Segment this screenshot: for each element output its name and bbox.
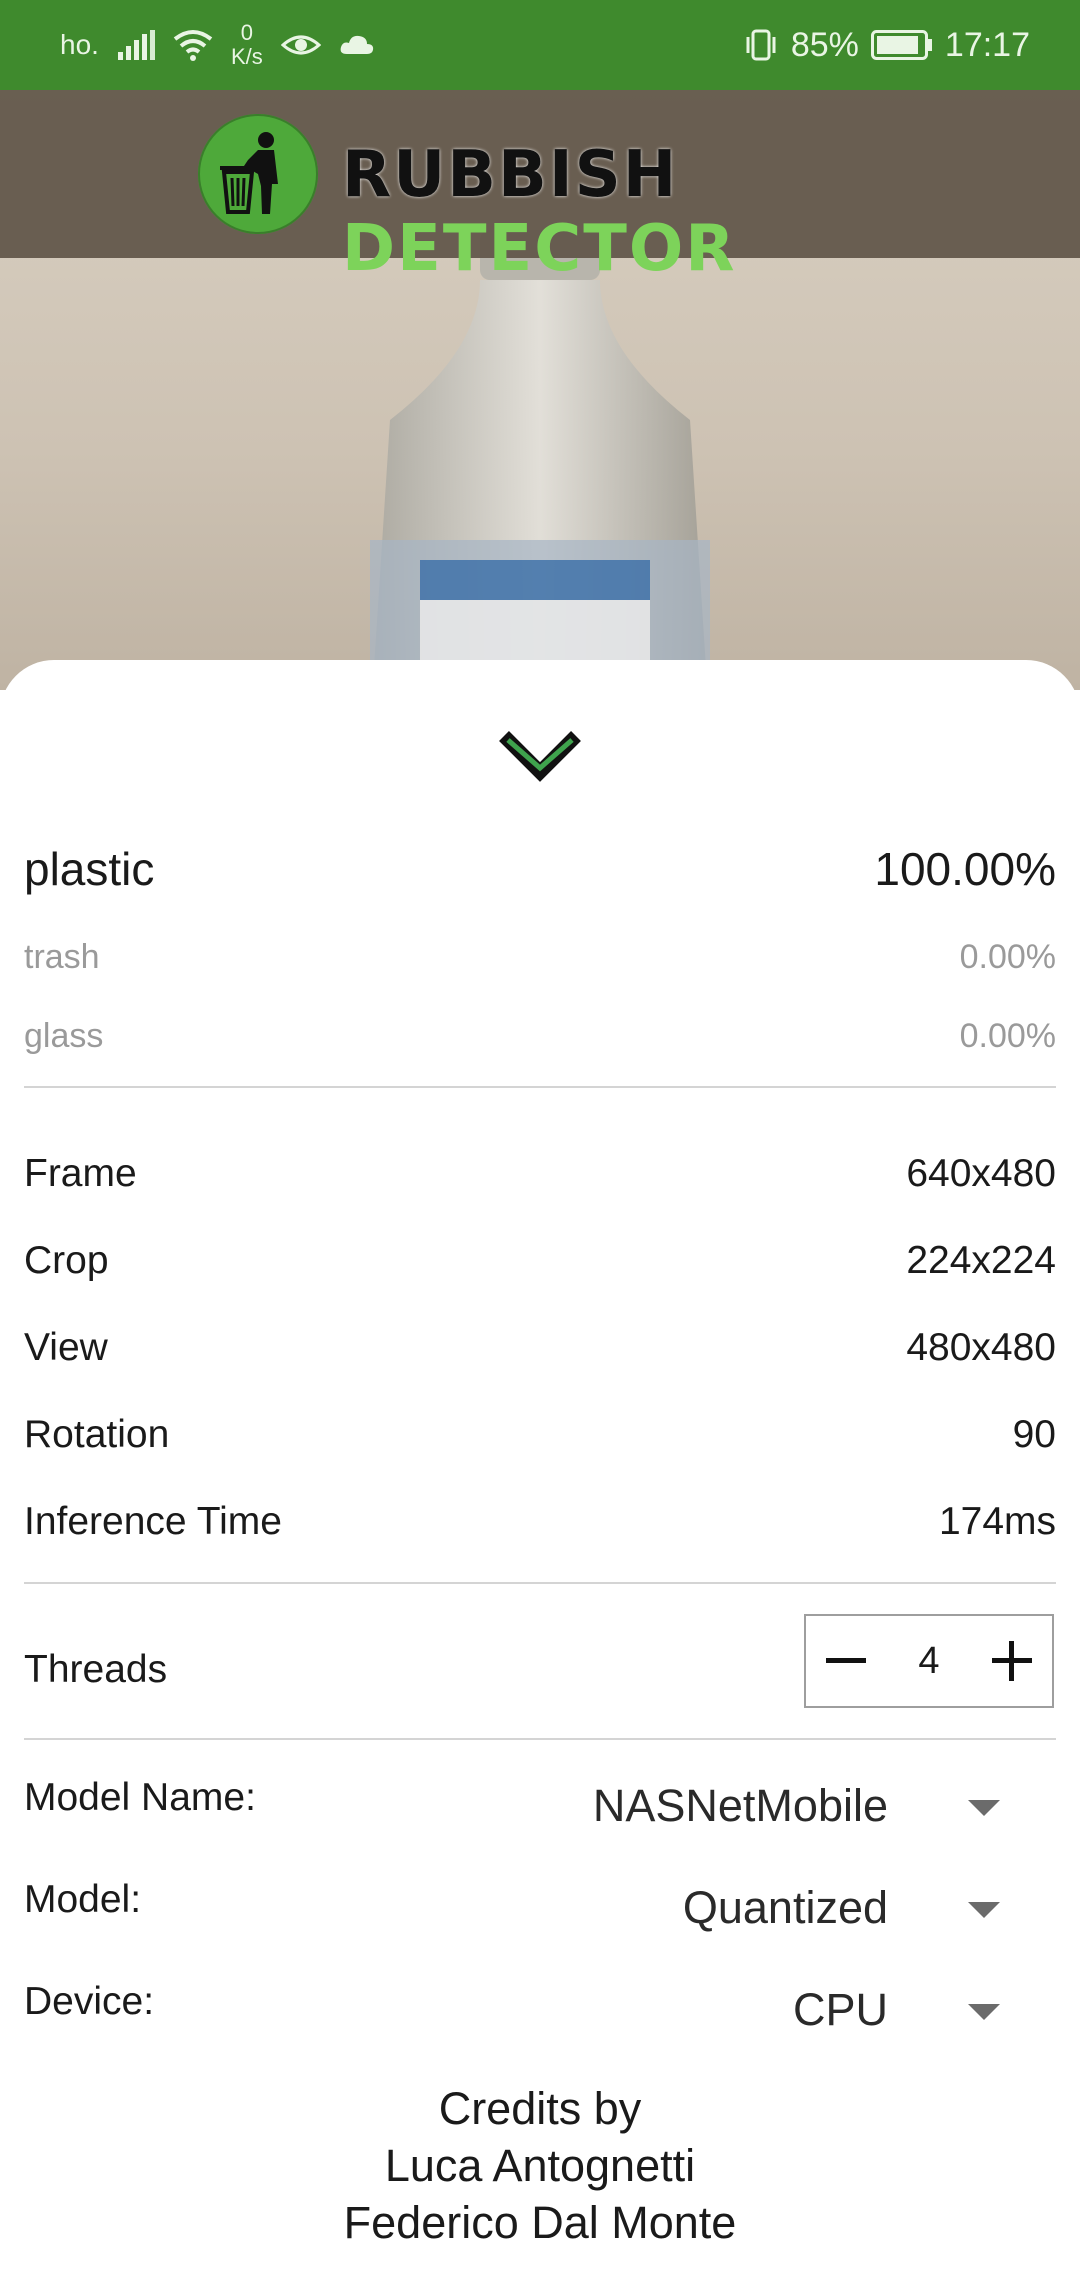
signal-icon <box>117 30 155 60</box>
threads-increment-button[interactable] <box>972 1616 1052 1706</box>
info-label: Frame <box>24 1152 137 1195</box>
model-label: Model: <box>24 1878 142 1921</box>
result-label: plastic <box>24 843 155 895</box>
model-name-value[interactable]: NASNetMobile <box>593 1780 888 1832</box>
dropdown-arrow-icon[interactable] <box>968 1800 1000 1816</box>
net-speed-unit: K/s <box>230 44 263 69</box>
info-value: 640x480 <box>906 1152 1056 1195</box>
credits: Credits by Luca Antognetti Federico Dal … <box>0 2080 1080 2251</box>
app-header: RUBBISH DETECTOR <box>0 90 1080 286</box>
info-label: Inference Time <box>24 1500 282 1543</box>
app-title-word1: RUBBISH <box>342 138 679 212</box>
battery-icon <box>870 30 933 60</box>
trash-bin-icon <box>198 114 318 234</box>
model-name-label: Model Name: <box>24 1776 256 1819</box>
info-label: Rotation <box>24 1413 170 1456</box>
info-row-rotation: Rotation 90 <box>24 1413 1056 1457</box>
result-value: 0.00% <box>959 1017 1056 1055</box>
dropdown-arrow-icon[interactable] <box>968 2004 1000 2020</box>
info-value: 174ms <box>938 1500 1056 1543</box>
threads-value: 4 <box>918 1639 940 1682</box>
credits-heading: Credits by <box>438 2083 642 2134</box>
divider <box>24 1738 1056 1740</box>
net-speed: 0 K/s <box>231 21 263 69</box>
device-label: Device: <box>24 1980 155 2023</box>
eye-icon <box>280 31 321 59</box>
status-bar: ho. 0 K/s 85% 17:17 <box>0 0 1080 90</box>
info-value: 480x480 <box>906 1326 1056 1369</box>
vibrate-icon <box>743 28 779 62</box>
divider <box>24 1582 1056 1584</box>
threads-row: Threads <box>24 1648 624 1692</box>
minus-icon <box>826 1658 866 1663</box>
device-value[interactable]: CPU <box>793 1984 888 2036</box>
result-row: trash 0.00% <box>24 938 1056 977</box>
info-value: 90 <box>1012 1413 1056 1456</box>
info-row-inference-time: Inference Time 174ms <box>24 1500 1056 1544</box>
threads-label: Threads <box>24 1648 168 1691</box>
result-value: 100.00% <box>874 843 1056 895</box>
plus-icon <box>991 1641 1032 1681</box>
camera-preview: RUBBISH DETECTOR <box>0 90 1080 690</box>
bottom-sheet <box>0 660 1080 2280</box>
info-row-crop: Crop 224x224 <box>24 1239 1056 1283</box>
result-value: 0.00% <box>959 938 1056 976</box>
net-speed-value: 0 <box>240 20 253 45</box>
credits-author: Luca Antognetti <box>384 2140 696 2191</box>
dropdown-arrow-icon[interactable] <box>968 1902 1000 1918</box>
model-value[interactable]: Quantized <box>683 1882 888 1934</box>
result-label: glass <box>24 1017 104 1055</box>
carrier-label: ho. <box>60 29 99 60</box>
chevron-down-icon[interactable] <box>498 728 582 788</box>
threads-decrement-button[interactable] <box>806 1616 886 1706</box>
divider <box>24 1086 1056 1088</box>
info-label: Crop <box>24 1239 109 1282</box>
result-row-primary: plastic 100.00% <box>24 842 1056 896</box>
info-label: View <box>24 1326 108 1369</box>
wifi-icon <box>173 29 213 61</box>
app-title-word2: DETECTOR <box>342 212 737 286</box>
cloud-icon <box>339 34 375 56</box>
clock: 17:17 <box>944 25 1030 64</box>
info-row-view: View 480x480 <box>24 1326 1056 1370</box>
battery-percent: 85% <box>790 25 859 64</box>
info-row-frame: Frame 640x480 <box>24 1152 1056 1196</box>
app-title: RUBBISH DETECTOR <box>342 138 1080 286</box>
info-value: 224x224 <box>906 1239 1056 1282</box>
result-row: glass 0.00% <box>24 1017 1056 1056</box>
result-label: trash <box>24 938 100 976</box>
credits-author: Federico Dal Monte <box>343 2197 737 2248</box>
threads-stepper[interactable]: 4 <box>804 1614 1054 1708</box>
